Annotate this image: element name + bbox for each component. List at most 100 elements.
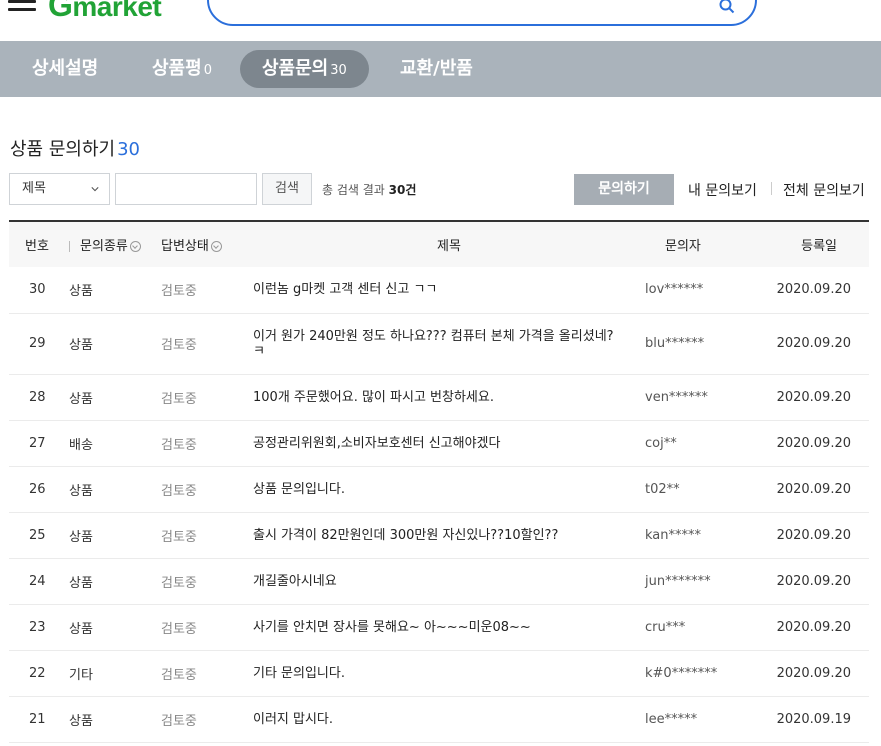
inquiry-type: 상품 xyxy=(69,575,93,591)
registered-date: 2020.09.20 xyxy=(776,336,851,351)
col-header-date: 등록일 xyxy=(801,239,837,254)
gmarket-logo[interactable]: Gmarket xyxy=(48,0,162,24)
inquiry-type: 상품 xyxy=(69,284,93,300)
inquirer-id: blu****** xyxy=(645,336,705,351)
inquiry-type: 상품 xyxy=(69,621,93,637)
col-header-user: 문의자 xyxy=(665,239,701,254)
registered-date: 2020.09.20 xyxy=(776,573,851,589)
qa-search-input[interactable] xyxy=(115,173,257,205)
registered-date: 2020.09.19 xyxy=(776,711,851,727)
inquiry-type: 상품 xyxy=(69,713,93,729)
row-number: 23 xyxy=(29,619,46,635)
col-header-title: 제목 xyxy=(437,239,461,254)
answer-status: 검토중 xyxy=(161,667,197,683)
row-number: 25 xyxy=(29,527,46,543)
row-number: 26 xyxy=(29,481,46,497)
answer-status: 검토중 xyxy=(161,529,197,545)
search-button[interactable]: 검색 xyxy=(262,173,312,205)
answer-status: 검토중 xyxy=(161,391,197,407)
inquiry-title[interactable]: 이거 원가 240만원 정도 하나요??? 컴퓨터 본체 가격을 올리셨네? ㅋ xyxy=(253,313,645,374)
all-inquiries-link[interactable]: 전체 문의보기 xyxy=(783,180,865,200)
row-number: 28 xyxy=(29,389,46,405)
inquiry-type: 배송 xyxy=(69,437,93,453)
search-icon[interactable] xyxy=(719,0,735,14)
inquirer-id: ven****** xyxy=(645,389,708,405)
registered-date: 2020.09.20 xyxy=(776,435,851,451)
registered-date: 2020.09.20 xyxy=(776,527,851,543)
inquiry-title[interactable]: 이러지 맙시다. xyxy=(253,696,645,742)
inquiry-title[interactable]: 상품 문의입니다. xyxy=(253,466,645,512)
answer-status: 검토중 xyxy=(161,713,197,729)
inquiry-title[interactable]: 사기를 안치면 장사를 못해요~ 아~~~미운08~~ xyxy=(253,604,645,650)
table-row[interactable]: 23 상품 검토중 사기를 안치면 장사를 못해요~ 아~~~미운08~~ cru***… xyxy=(9,604,869,650)
inquirer-id: kan***** xyxy=(645,527,702,543)
table-row[interactable]: 28 상품 검토중 100개 주문했어요. 많이 파시고 번창하세요. ven*****… xyxy=(9,374,869,420)
table-row[interactable]: 30 상품 검토중 이런놈 g마켓 고객 센터 신고 ㄱㄱ lov****** 2020.… xyxy=(9,267,869,313)
inquirer-id: t02** xyxy=(645,481,680,497)
table-row[interactable]: 29 상품 검토중 이거 원가 240만원 정도 하나요??? 컴퓨터 본체 가격을 … xyxy=(9,313,869,374)
inquirer-id: lov****** xyxy=(645,282,704,298)
table-row[interactable]: 25 상품 검토중 출시 가격이 82만원인데 300만원 자신있나??10할인?? k… xyxy=(9,512,869,558)
result-count: 총 검색 결과 30건 xyxy=(322,183,417,197)
row-number: 22 xyxy=(29,665,46,681)
row-number: 27 xyxy=(29,435,46,451)
qa-heading: 상품 문의하기 30 xyxy=(10,139,140,160)
registered-date: 2020.09.20 xyxy=(776,282,851,298)
inquiry-type: 상품 xyxy=(69,338,93,353)
table-row[interactable]: 21 상품 검토중 이러지 맙시다. lee***** 2020.09.19 xyxy=(9,696,869,742)
inquiry-title[interactable]: 개길줄아시네요 xyxy=(253,558,645,604)
inquiry-title[interactable]: 공정관리위원회,소비자보호센터 신고해야겠다 xyxy=(253,420,645,466)
inquiry-type: 기타 xyxy=(69,667,93,683)
answer-status: 검토중 xyxy=(161,437,197,453)
tab-reviews[interactable]: 상품평 0 xyxy=(130,50,234,88)
top-bar: Gmarket xyxy=(0,0,881,41)
row-number: 21 xyxy=(29,711,46,727)
row-number: 30 xyxy=(29,282,46,298)
inquirer-id: jun******* xyxy=(645,573,711,589)
col-header-type[interactable]: 문의종류 xyxy=(69,221,161,267)
chevron-down-icon xyxy=(91,187,99,192)
inquiry-type: 상품 xyxy=(69,529,93,545)
my-inquiries-link[interactable]: 내 문의보기 xyxy=(688,180,757,200)
answer-status: 검토중 xyxy=(161,621,197,637)
tab-inquiries[interactable]: 상품문의 30 xyxy=(240,50,369,88)
registered-date: 2020.09.20 xyxy=(776,665,851,681)
inquirer-id: coj** xyxy=(645,435,677,451)
inquiry-type: 상품 xyxy=(69,483,93,499)
answer-status: 검토중 xyxy=(161,483,197,499)
row-number: 29 xyxy=(29,336,46,351)
tab-exchange-return[interactable]: 교환/반품 xyxy=(378,50,495,88)
hamburger-menu-icon[interactable] xyxy=(8,0,36,14)
registered-date: 2020.09.20 xyxy=(776,481,851,497)
table-row[interactable]: 22 기타 검토중 기타 문의입니다. k#0******* 2020.09.20 xyxy=(9,650,869,696)
table-row[interactable]: 27 배송 검토중 공정관리위원회,소비자보호센터 신고해야겠다 coj** 2020.0… xyxy=(9,420,869,466)
inquiry-title[interactable]: 이런놈 g마켓 고객 센터 신고 ㄱㄱ xyxy=(253,267,645,313)
inquiry-title[interactable]: 기타 문의입니다. xyxy=(253,650,645,696)
row-number: 24 xyxy=(29,573,46,589)
inquirer-id: cru*** xyxy=(645,619,686,635)
inquirer-id: k#0******* xyxy=(645,665,718,681)
ask-question-button[interactable]: 문의하기 xyxy=(574,174,674,205)
inquiry-title[interactable]: 출시 가격이 82만원인데 300만원 자신있나??10할인?? xyxy=(253,512,645,558)
answer-status: 검토중 xyxy=(161,575,197,591)
link-divider xyxy=(771,182,772,195)
inquiry-title[interactable]: 100개 주문했어요. 많이 파시고 번창하세요. xyxy=(253,374,645,420)
answer-status: 검토중 xyxy=(161,284,197,300)
col-header-status[interactable]: 답변상태 xyxy=(161,221,253,267)
answer-status: 검토중 xyxy=(161,338,197,353)
inquiry-type: 상품 xyxy=(69,391,93,407)
search-input[interactable] xyxy=(207,0,757,26)
table-row[interactable]: 24 상품 검토중 개길줄아시네요 jun******* 2020.09.20 xyxy=(9,558,869,604)
table-row[interactable]: 26 상품 검토중 상품 문의입니다. t02** 2020.09.20 xyxy=(9,466,869,512)
inquirer-id: lee***** xyxy=(645,711,698,727)
table-header: 번호 문의종류 답변상태 제목 문의자 등록일 xyxy=(9,221,869,267)
tab-description[interactable]: 상세설명 xyxy=(10,50,120,88)
product-tabs: 상세설명 상품평 0 상품문의 30 교환/반품 xyxy=(0,41,881,97)
chevron-down-icon xyxy=(210,241,222,252)
qa-table: 번호 문의종류 답변상태 제목 문의자 등록일 30 상품 검토중 이런놈 g마켓 고… xyxy=(9,220,869,743)
chevron-down-icon xyxy=(129,241,141,252)
registered-date: 2020.09.20 xyxy=(776,389,851,405)
search-field-select[interactable]: 제목 xyxy=(9,173,110,205)
registered-date: 2020.09.20 xyxy=(776,619,851,635)
col-header-no: 번호 xyxy=(25,239,49,254)
